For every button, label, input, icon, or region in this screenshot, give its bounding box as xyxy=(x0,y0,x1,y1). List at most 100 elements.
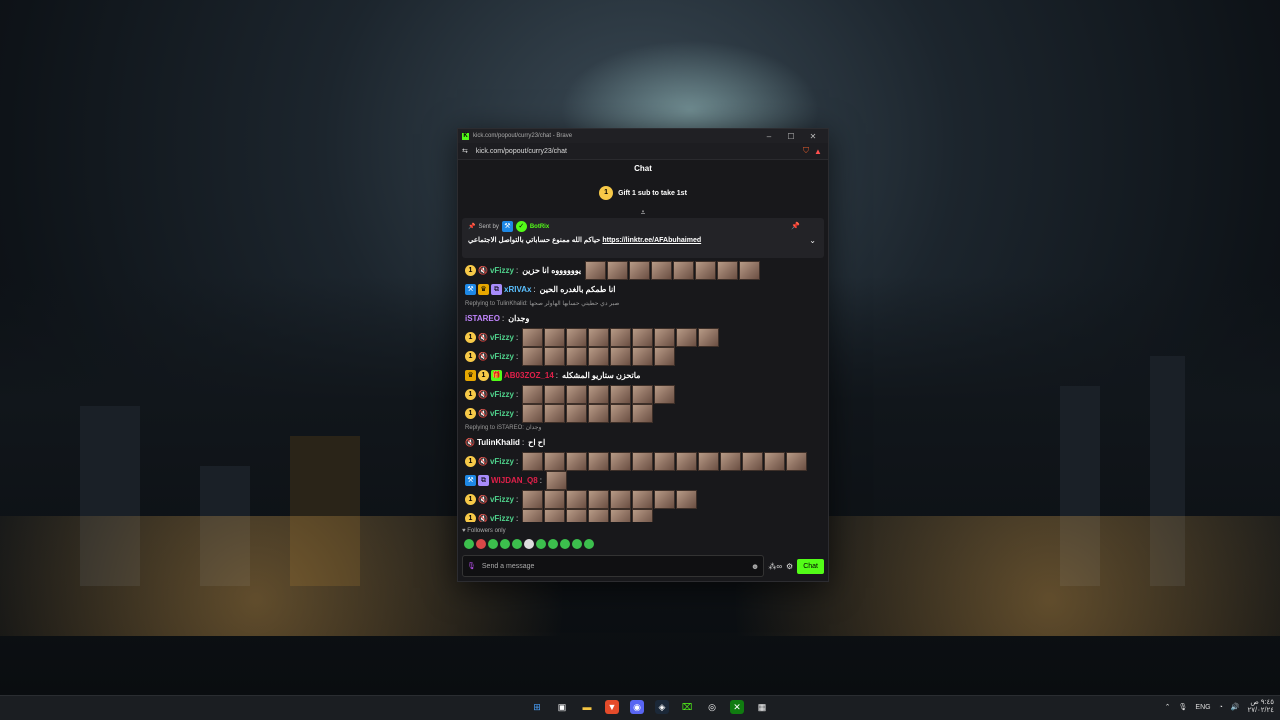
emote-image[interactable] xyxy=(588,347,610,366)
chat-message[interactable]: 1 🔇 vFizzy: يووووووه انا حزين xyxy=(465,261,821,280)
chat-username[interactable]: vFizzy xyxy=(490,495,514,504)
emote-image[interactable] xyxy=(522,509,544,522)
emote-image[interactable] xyxy=(676,490,698,509)
emote-image[interactable] xyxy=(544,452,566,471)
chrome-icon[interactable]: ◎ xyxy=(705,700,719,714)
site-settings-icon[interactable]: ⇆ xyxy=(462,147,468,155)
send-chat-button[interactable]: Chat xyxy=(797,558,824,574)
emote-image[interactable] xyxy=(588,328,610,347)
emote-image[interactable] xyxy=(610,404,632,423)
quick-emote[interactable] xyxy=(488,539,498,549)
emote-image[interactable] xyxy=(522,385,544,404)
emote-image[interactable] xyxy=(522,328,544,347)
chat-username[interactable]: vFizzy xyxy=(490,457,514,466)
emote-image[interactable] xyxy=(544,490,566,509)
emote-image[interactable] xyxy=(632,328,654,347)
emote-image[interactable] xyxy=(544,385,566,404)
chat-message[interactable]: 🔇 TulinKhalid: اح اح xyxy=(465,433,821,452)
chevron-up-icon[interactable]: ⌃ xyxy=(1165,703,1171,711)
task-view-icon[interactable]: ▣ xyxy=(555,700,569,714)
chat-message-list[interactable]: 1 🔇 vFizzy: يووووووه انا حزين ⚒ ♛ ⧉ xRIVAx: انا … xyxy=(458,258,828,522)
emote-image[interactable] xyxy=(545,471,567,490)
wifi-icon[interactable]: ◔ xyxy=(1219,704,1223,711)
address-bar[interactable]: ⇆ kick.com/popout/curry23/chat ⛉ ▲ xyxy=(458,143,828,160)
emote-image[interactable] xyxy=(698,452,720,471)
chat-username[interactable]: xRIVAx xyxy=(504,285,531,294)
emote-image[interactable] xyxy=(742,452,764,471)
emote-image[interactable] xyxy=(676,328,698,347)
emote-image[interactable] xyxy=(739,261,761,280)
quick-emote[interactable] xyxy=(572,539,582,549)
mic-tray-icon[interactable]: 🎙 xyxy=(1179,703,1188,711)
quick-emote[interactable] xyxy=(584,539,594,549)
chat-message[interactable]: 1 🔇 vFizzy: xyxy=(465,490,821,509)
emote-image[interactable] xyxy=(522,404,544,423)
emote-image[interactable] xyxy=(544,347,566,366)
quick-emote[interactable] xyxy=(536,539,546,549)
chat-username[interactable]: AB03ZOZ_14 xyxy=(504,371,554,380)
chat-message[interactable]: 1 🔇 vFizzy: xyxy=(465,509,821,522)
chat-username[interactable]: vFizzy xyxy=(490,409,514,418)
emote-image[interactable] xyxy=(566,385,588,404)
close-button[interactable]: ✕ xyxy=(802,132,824,141)
chat-message[interactable]: ⚒ ⧉ WIJDAN_Q8: xyxy=(465,471,821,490)
clock[interactable]: ٩:٤٥ ص ٢٧/٠٢/٢٤ xyxy=(1248,699,1274,715)
emote-image[interactable] xyxy=(654,328,676,347)
emote-image[interactable] xyxy=(610,347,632,366)
emote-image[interactable] xyxy=(632,404,654,423)
quick-emote[interactable] xyxy=(500,539,510,549)
chat-message[interactable]: ⚒ ♛ ⧉ xRIVAx: انا طمكم بالغدره الحين xyxy=(465,280,821,299)
emote-image[interactable] xyxy=(588,452,610,471)
emote-image[interactable] xyxy=(786,452,808,471)
emote-image[interactable] xyxy=(588,490,610,509)
emote-image[interactable] xyxy=(566,404,588,423)
discord-icon[interactable]: ◉ xyxy=(630,700,644,714)
chevron-down-icon[interactable]: ⌄ xyxy=(809,236,816,245)
unpin-icon[interactable]: 📌 xyxy=(791,222,800,230)
emote-image[interactable] xyxy=(610,509,632,522)
chat-message[interactable]: 1 🔇 vFizzy: xyxy=(465,452,821,471)
mic-icon[interactable]: 🎙 xyxy=(467,562,476,570)
url-text[interactable]: kick.com/popout/curry23/chat xyxy=(476,148,800,155)
windows-start-icon[interactable]: ⊞ xyxy=(530,700,544,714)
emote-image[interactable] xyxy=(676,452,698,471)
quick-emote[interactable] xyxy=(464,539,474,549)
emote-image[interactable] xyxy=(566,347,588,366)
terminal-icon[interactable]: ⌧ xyxy=(680,700,694,714)
minimize-button[interactable]: – xyxy=(758,132,780,141)
chat-username[interactable]: vFizzy xyxy=(490,333,514,342)
brave-browser-icon[interactable]: ▼ xyxy=(605,700,619,714)
volume-icon[interactable]: 🔊 xyxy=(1231,703,1240,711)
chat-message[interactable]: 1 🔇 vFizzy: xyxy=(465,347,821,366)
emote-image[interactable] xyxy=(654,347,676,366)
emote-image[interactable] xyxy=(632,490,654,509)
bot-username[interactable]: BotRix xyxy=(530,224,549,230)
chat-message[interactable]: iSTAREO: وجدان xyxy=(465,309,821,328)
emote-image[interactable] xyxy=(632,452,654,471)
chat-message[interactable]: ♛ 1 🎁 AB03ZOZ_14: ماتحزن ستاريو المشكله xyxy=(465,366,821,385)
emote-image[interactable] xyxy=(544,328,566,347)
emote-image[interactable] xyxy=(566,490,588,509)
emote-image[interactable] xyxy=(720,452,742,471)
chat-message[interactable]: 1 🔇 vFizzy: xyxy=(465,328,821,347)
emote-image[interactable] xyxy=(544,404,566,423)
chat-username[interactable]: iSTAREO xyxy=(465,314,500,323)
steam-icon[interactable]: ◈ xyxy=(655,700,669,714)
emote-image[interactable] xyxy=(717,261,739,280)
emote-image[interactable] xyxy=(544,509,566,522)
store-icon[interactable]: ▦ xyxy=(755,700,769,714)
collapse-handle-icon[interactable]: ⩡ xyxy=(458,208,828,218)
emote-image[interactable] xyxy=(522,452,544,471)
emote-image[interactable] xyxy=(654,490,676,509)
emote-image[interactable] xyxy=(695,261,717,280)
emote-image[interactable] xyxy=(673,261,695,280)
chat-username[interactable]: vFizzy xyxy=(490,514,514,522)
emote-image[interactable] xyxy=(610,385,632,404)
chat-username[interactable]: TulinKhalid xyxy=(477,438,520,447)
settings-gear-icon[interactable]: ⚙ xyxy=(786,562,793,571)
file-explorer-icon[interactable]: ▬ xyxy=(580,700,594,714)
emote-image[interactable] xyxy=(654,452,676,471)
chat-message[interactable]: 1 🔇 vFizzy: xyxy=(465,385,821,404)
pinned-link[interactable]: https://linktr.ee/AFAbuhaimed xyxy=(602,237,701,244)
chat-username[interactable]: WIJDAN_Q8 xyxy=(491,476,538,485)
